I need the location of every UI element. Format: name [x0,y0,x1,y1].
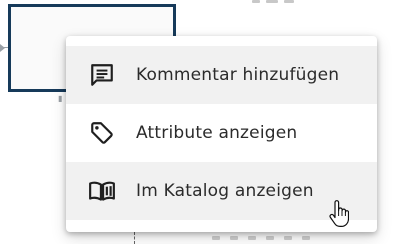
node-handle-icon[interactable]: ▮ [58,95,64,103]
menu-item-add-comment[interactable]: Kommentar hinzufügen [66,46,377,104]
node-bottom-glyphs [212,234,310,242]
node-toolbar-glyphs [252,0,296,6]
menu-item-show-attributes[interactable]: Attribute anzeigen [66,104,377,162]
menu-item-label: Im Katalog anzeigen [136,181,314,201]
comment-icon [88,61,116,89]
menu-item-label: Attribute anzeigen [136,123,298,143]
hand-pointer-cursor-icon [329,200,350,228]
tag-icon [88,119,116,147]
connector-arrow-icon [0,44,5,52]
open-book-icon [88,177,116,205]
dashed-connector [134,232,135,244]
menu-item-label: Kommentar hinzufügen [136,65,340,85]
